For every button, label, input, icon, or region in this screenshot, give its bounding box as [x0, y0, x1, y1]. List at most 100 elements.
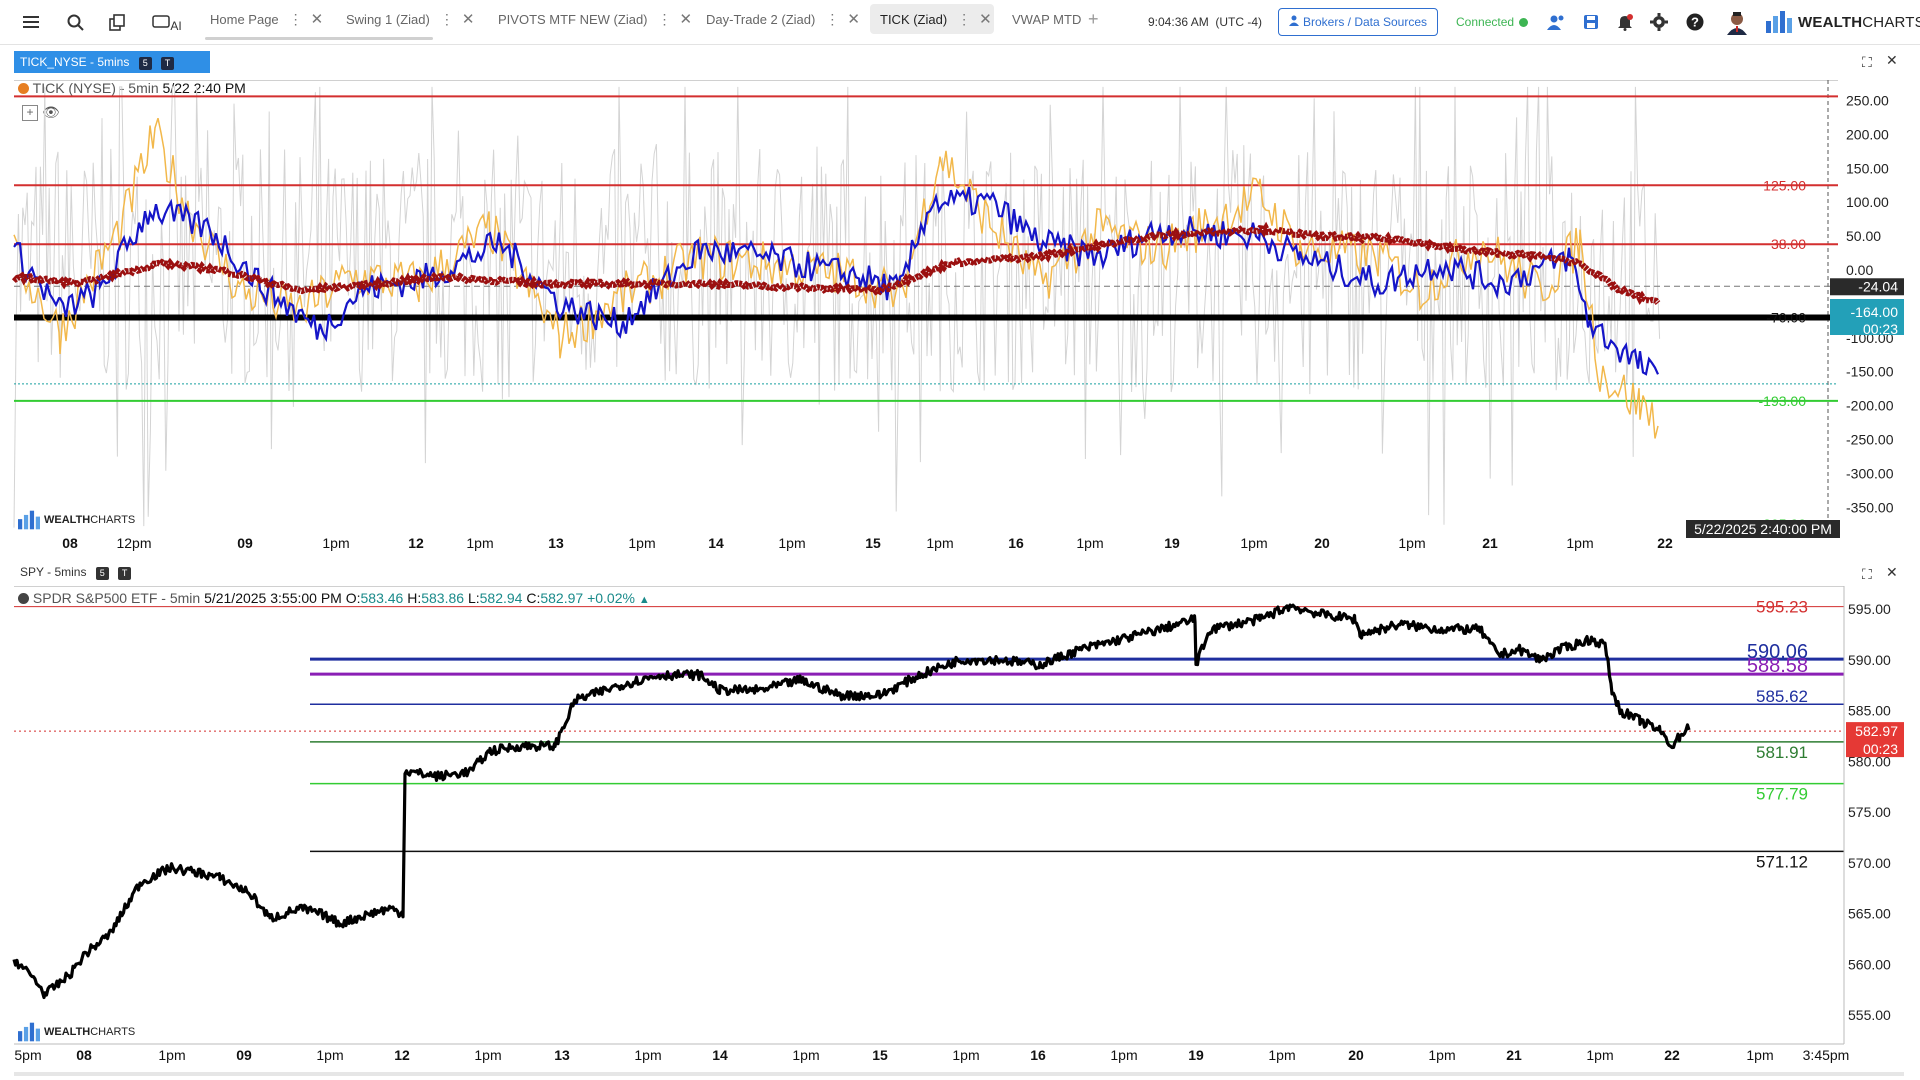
- level-label: 581.91: [1756, 743, 1808, 762]
- x-tick-label: 1pm: [926, 535, 953, 551]
- last-price-text: 582.97: [1855, 723, 1898, 739]
- tab-label: TICK (Ziad): [880, 11, 948, 27]
- brokers-data-sources-button[interactable]: Brokers / Data Sources: [1278, 8, 1438, 36]
- settings-gear-icon[interactable]: [1648, 11, 1670, 33]
- connection-status-label: Connected: [1456, 15, 1515, 29]
- tab-menu-icon[interactable]: ⋮: [289, 11, 303, 28]
- crosshair-time-text: 5/22/2025 2:40:00 PM: [1694, 521, 1832, 537]
- clock-time: 9:04:36 AM: [1148, 15, 1209, 29]
- spy-pane-tab[interactable]: SPY - 5mins 5 T: [20, 565, 132, 580]
- x-tick-label: 15: [865, 535, 881, 551]
- y-tick-label: 570.00: [1848, 855, 1891, 871]
- maximize-icon[interactable]: ⛶: [1862, 566, 1872, 583]
- tick-chart[interactable]: 250.00200.00150.00100.0050.000.00-50.00-…: [0, 64, 1920, 554]
- x-tick-label: 1pm: [628, 535, 655, 551]
- tab-home-page[interactable]: Home Page ⋮ ✕: [200, 4, 323, 34]
- tab-scrollbar[interactable]: [205, 37, 433, 40]
- y-tick-label: -200.00: [1846, 398, 1894, 414]
- y-tick-label: 250.00: [1846, 93, 1889, 109]
- x-tick-label: 12: [408, 535, 424, 551]
- ai-assistant-button[interactable]: AI: [150, 11, 184, 33]
- close-icon[interactable]: ✕: [979, 10, 992, 28]
- tab-menu-icon[interactable]: ⋮: [658, 11, 672, 28]
- x-tick-label: 14: [708, 535, 724, 551]
- tab-day-trade-2[interactable]: Day-Trade 2 (Ziad) ⋮ ✕: [696, 4, 860, 34]
- x-tick-label: 1pm: [466, 535, 493, 551]
- wealthcharts-logo-icon: [18, 510, 40, 530]
- x-tick-label: 1pm: [1586, 1047, 1613, 1063]
- x-tick-label: 1pm: [1428, 1047, 1455, 1063]
- tab-vwap-mtd[interactable]: VWAP MTD: [1002, 4, 1081, 34]
- x-tick-label: 09: [237, 535, 253, 551]
- badge-s[interactable]: 5: [95, 567, 109, 580]
- close-icon[interactable]: ✕: [847, 10, 860, 28]
- x-tick-label: 08: [62, 535, 78, 551]
- tab-swing-1[interactable]: Swing 1 (Ziad) ⋮ ✕: [336, 4, 474, 34]
- y-tick-label: -250.00: [1846, 432, 1894, 448]
- search-icon[interactable]: [64, 11, 86, 33]
- watermark-light: CHARTS: [90, 514, 136, 526]
- horizontal-scrollbar[interactable]: [14, 1072, 1904, 1076]
- tab-label: VWAP MTD: [1012, 11, 1082, 27]
- y-tick-label: 565.00: [1848, 906, 1891, 922]
- add-tab-button[interactable]: +: [1088, 4, 1099, 34]
- tab-menu-icon[interactable]: ⋮: [440, 11, 454, 28]
- tab-pivots-mtf-new[interactable]: PIVOTS MTF NEW (Ziad) ⋮ ✕: [488, 4, 692, 34]
- x-tick-label: 1pm: [952, 1047, 979, 1063]
- user-avatar[interactable]: [1724, 9, 1750, 35]
- watermark-bold: WEALTH: [44, 514, 91, 526]
- watermark-light: CHARTS: [90, 1026, 136, 1038]
- level-label: 585.62: [1756, 687, 1808, 706]
- x-tick-label: 1pm: [1566, 535, 1593, 551]
- watermark-bold: WEALTH: [44, 1026, 91, 1038]
- hamburger-menu-icon[interactable]: [20, 11, 42, 33]
- close-icon[interactable]: ✕: [311, 10, 324, 28]
- help-icon[interactable]: ?: [1684, 11, 1706, 33]
- y-tick-label: 0.00: [1846, 262, 1873, 278]
- x-tick-label: 1pm: [158, 1047, 185, 1063]
- close-icon[interactable]: ✕: [680, 10, 693, 28]
- clock-timezone: (UTC -4): [1215, 15, 1263, 29]
- level-label: -70.00: [1766, 309, 1806, 325]
- close-icon[interactable]: ✕: [1886, 564, 1898, 581]
- tab-tick[interactable]: TICK (Ziad) ⋮ ✕: [870, 4, 994, 34]
- x-tick-label: 1pm: [1268, 1047, 1295, 1063]
- wealthcharts-logo-icon: [18, 1022, 40, 1042]
- tick-watermark: WEALTHCHARTS: [18, 510, 135, 530]
- spy-price-series: [12, 603, 1691, 1000]
- x-tick-label: 14: [712, 1047, 728, 1063]
- svg-text:?: ?: [1691, 15, 1699, 30]
- spy-chart[interactable]: 595.00590.00585.00580.00575.00570.00565.…: [0, 586, 1920, 1070]
- x-tick-label: 22: [1657, 535, 1673, 551]
- x-tick-label: 16: [1030, 1047, 1046, 1063]
- tab-label: Day-Trade 2 (Ziad): [706, 11, 816, 27]
- y-tick-label: 590.00: [1848, 652, 1891, 668]
- y-tick-label: 555.00: [1848, 1007, 1891, 1023]
- x-tick-label: 1pm: [322, 535, 349, 551]
- close-icon[interactable]: ✕: [462, 10, 475, 28]
- notifications-bell-icon[interactable]: [1614, 11, 1636, 33]
- x-tick-label: 1pm: [1076, 535, 1103, 551]
- layouts-copy-icon[interactable]: [106, 11, 128, 33]
- x-tick-label: 08: [76, 1047, 92, 1063]
- x-tick-label: 20: [1314, 535, 1330, 551]
- level-label: 588.58: [1747, 655, 1808, 677]
- status-dot-icon: [1519, 18, 1529, 27]
- x-tick-label: 19: [1188, 1047, 1204, 1063]
- wealthcharts-logo-icon: [1766, 11, 1792, 33]
- badge-t[interactable]: T: [118, 567, 132, 580]
- tab-label: Home Page: [210, 11, 279, 27]
- x-tick-label: 5pm: [14, 1047, 41, 1063]
- tab-menu-icon[interactable]: ⋮: [825, 11, 839, 28]
- level-label: 571.12: [1756, 852, 1808, 871]
- save-icon[interactable]: [1580, 11, 1602, 33]
- ai-label: AI: [170, 19, 182, 33]
- level-label: 38.00: [1771, 236, 1806, 252]
- clock: 9:04:36 AM (UTC -4): [1148, 15, 1262, 29]
- tab-menu-icon[interactable]: ⋮: [957, 11, 971, 28]
- tab-label: Swing 1 (Ziad): [346, 11, 430, 27]
- x-tick-label: 12pm: [116, 535, 151, 551]
- x-tick-label: 13: [554, 1047, 570, 1063]
- last-value-text: -24.04: [1858, 278, 1898, 294]
- users-icon[interactable]: [1546, 11, 1568, 33]
